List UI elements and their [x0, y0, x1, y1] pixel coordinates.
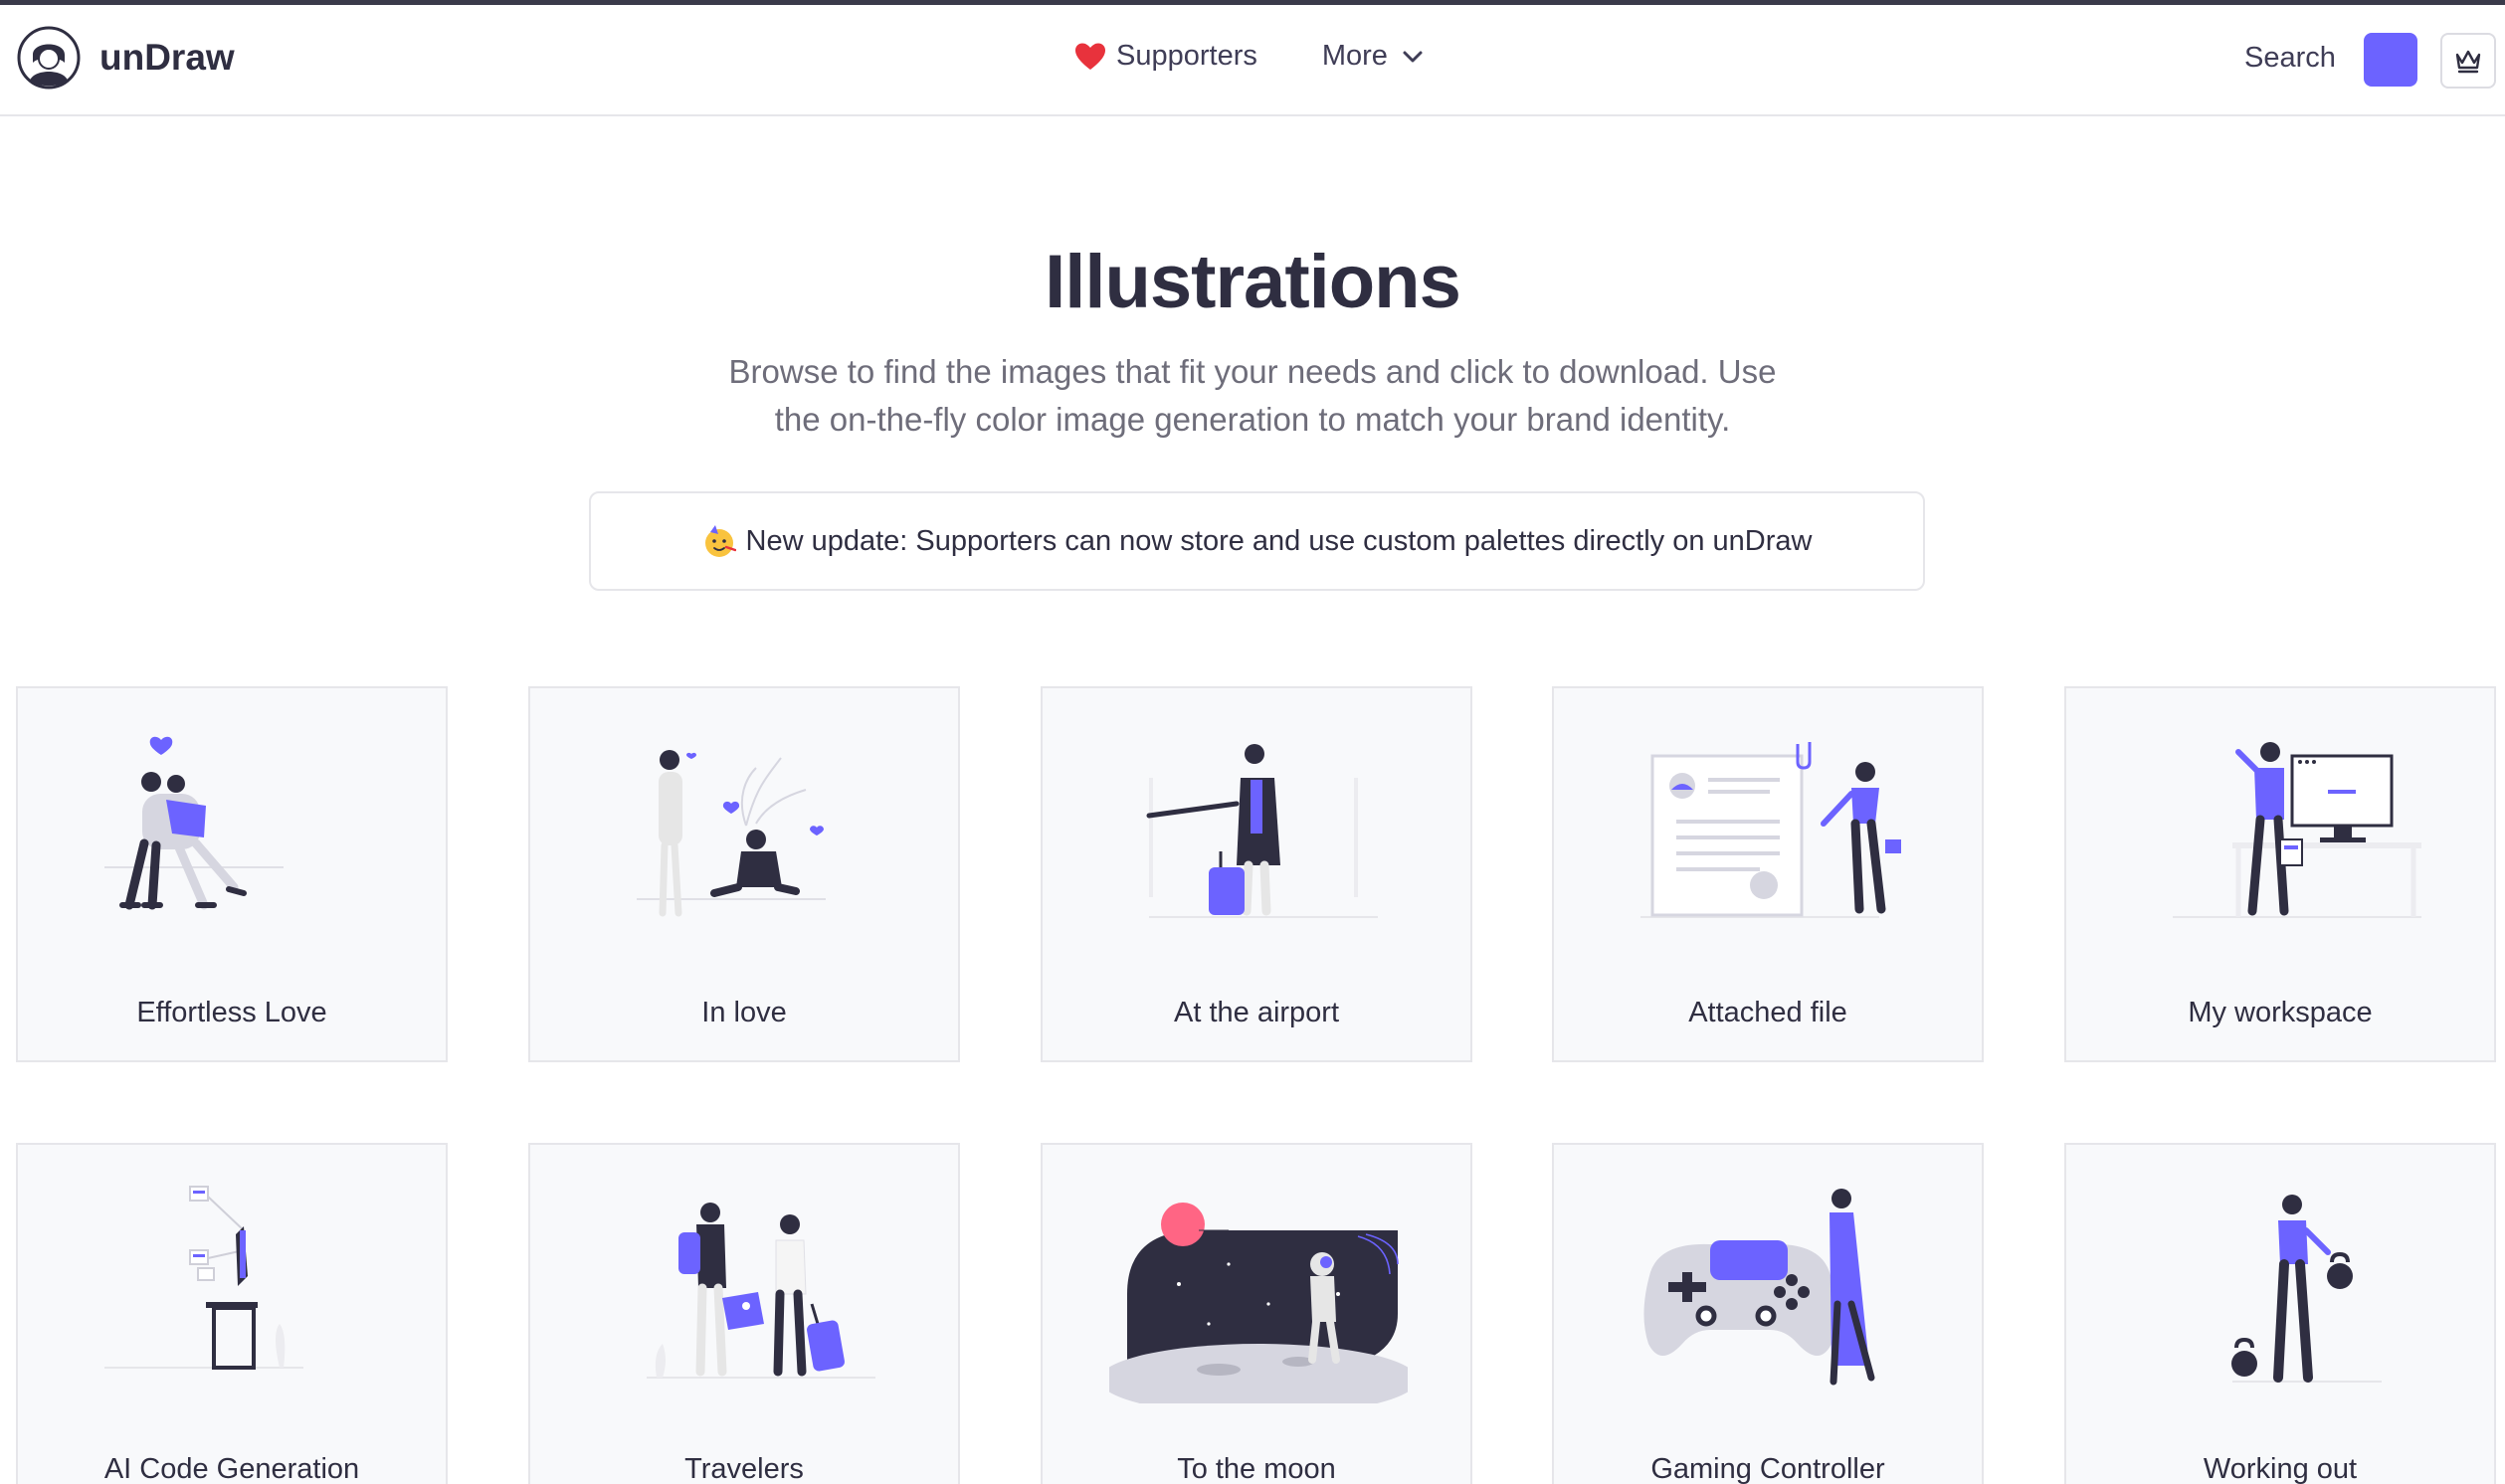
- supporter-crown-button[interactable]: [2440, 33, 2496, 89]
- illustration-label: Gaming Controller: [1650, 1453, 1885, 1484]
- to-the-moon-illustration-icon: [1109, 1203, 1408, 1403]
- illustration-label: To the moon: [1177, 1453, 1336, 1484]
- nav-more-dropdown[interactable]: More: [1322, 40, 1424, 73]
- illustration-card[interactable]: AI Code Generation: [16, 1143, 448, 1484]
- illustration-label: My workspace: [2188, 997, 2373, 1028]
- update-banner-text: New update: Supporters can now store and…: [745, 524, 1813, 557]
- page-subtitle: Browse to find the images that fit your …: [728, 353, 1777, 438]
- illustration-label: Working out: [2203, 1453, 2358, 1484]
- ai-code-generation-illustration-icon: [104, 1186, 303, 1370]
- illustration-label: In love: [701, 997, 787, 1028]
- update-banner[interactable]: New update: Supporters can now store and…: [589, 491, 1925, 591]
- in-love-illustration-icon: [637, 750, 826, 917]
- illustration-label: AI Code Generation: [103, 1453, 360, 1484]
- illustration-card[interactable]: Effortless Love: [16, 686, 448, 1062]
- illustration-label: Effortless Love: [136, 997, 327, 1028]
- effortless-love-illustration-icon: [104, 736, 284, 910]
- gaming-controller-illustration-icon: [1643, 1189, 1875, 1386]
- illustration-label: Travelers: [684, 1453, 804, 1484]
- illustration-card[interactable]: To the moon: [1041, 1143, 1472, 1484]
- party-face-icon: [704, 525, 736, 557]
- at-the-airport-illustration-icon: [1146, 744, 1378, 918]
- illustration-card[interactable]: Working out: [2064, 1143, 2496, 1484]
- illustration-card[interactable]: Attached file: [1552, 686, 1984, 1062]
- main-nav: Supporters More: [1074, 40, 1424, 73]
- heart-icon: [1075, 43, 1105, 70]
- logo-text: unDraw: [99, 37, 235, 78]
- working-out-illustration-icon: [2231, 1195, 2382, 1383]
- nav-supporters[interactable]: Supporters: [1074, 40, 1257, 73]
- illustration-label: At the airport: [1173, 997, 1340, 1028]
- top-nav-bar: unDraw Supporters More Search: [0, 5, 2505, 116]
- chevron-down-icon: [1403, 51, 1423, 62]
- crown-icon: [2455, 50, 2481, 74]
- illustration-card[interactable]: My workspace: [2064, 686, 2496, 1062]
- logo[interactable]: unDraw: [16, 25, 235, 91]
- nav-supporters-label: Supporters: [1116, 40, 1257, 72]
- illustration-card[interactable]: In love: [528, 686, 960, 1062]
- illustration-label: Attached file: [1688, 997, 1847, 1028]
- page-title: Illustrations: [1045, 240, 1461, 324]
- my-workspace-illustration-icon: [2173, 742, 2421, 918]
- illustration-card[interactable]: At the airport: [1041, 686, 1472, 1062]
- color-picker-swatch[interactable]: [2364, 33, 2417, 87]
- attached-file-illustration-icon: [1640, 742, 1901, 918]
- illustration-card[interactable]: Gaming Controller: [1552, 1143, 1984, 1484]
- nav-more-label: More: [1321, 40, 1388, 72]
- illustration-card[interactable]: Travelers: [528, 1143, 960, 1484]
- undraw-logo-icon: [17, 26, 81, 90]
- travelers-illustration-icon: [647, 1203, 875, 1379]
- search-button[interactable]: Search: [2244, 42, 2336, 75]
